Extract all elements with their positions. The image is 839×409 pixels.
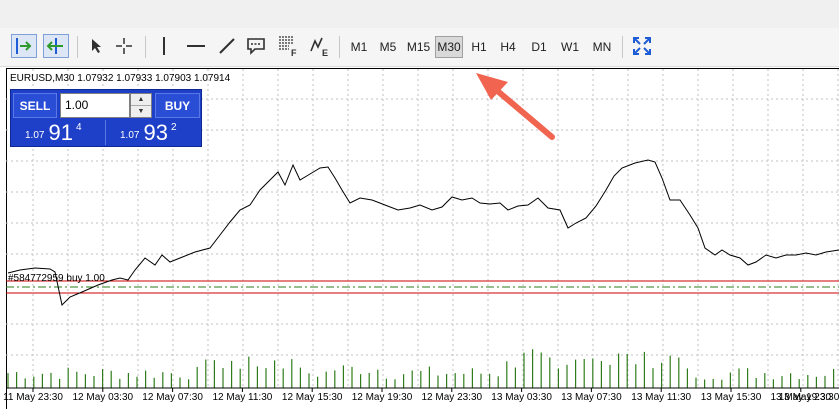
- sell-price-pips: 91: [48, 120, 73, 145]
- sell-price-fraction: 4: [75, 122, 82, 133]
- order-levels: [6, 280, 839, 294]
- stepper-up-icon[interactable]: ▲: [131, 94, 151, 106]
- annotation-arrow: [476, 73, 555, 140]
- time-label: 12 May 15:30: [281, 392, 343, 403]
- time-label: 12 May 03:30: [72, 392, 134, 403]
- time-label: 12 May 23:30: [421, 392, 483, 403]
- time-label: 12 May 07:30: [142, 392, 203, 403]
- lot-size-input[interactable]: 1.00: [60, 93, 130, 118]
- time-label: 13 May 23:30: [778, 392, 839, 403]
- order-line-label: #584772959 buy 1.00: [8, 273, 105, 284]
- buy-price-fraction: 2: [170, 122, 177, 133]
- sell-price-prefix: 1.07: [25, 130, 45, 141]
- time-label: 13 May 07:30: [561, 392, 622, 403]
- buy-price-prefix: 1.07: [120, 130, 140, 141]
- time-label: 12 May 19:30: [351, 392, 413, 403]
- sell-price[interactable]: 1.07 91 4: [13, 120, 106, 145]
- time-label: 13 May 03:30: [491, 392, 552, 403]
- buy-price-pips: 93: [143, 120, 168, 145]
- chart-plot: [6, 69, 839, 392]
- price-line: [7, 159, 839, 307]
- time-label: 13 May 15:30: [700, 392, 762, 403]
- symbol-info: EURUSD,M30 1.07932 1.07933 1.07903 1.079…: [10, 73, 231, 84]
- buy-price[interactable]: 1.07 93 2: [108, 120, 200, 145]
- stepper-down-icon[interactable]: ▼: [131, 106, 151, 117]
- one-click-trading-panel: SELL 1.00 ▲ ▼ BUY 1.07 91 4 1.07 93 2: [10, 89, 202, 147]
- time-label: 12 May 11:30: [212, 392, 273, 403]
- time-label: 13 May 11:30: [631, 392, 692, 403]
- buy-button[interactable]: BUY: [155, 93, 200, 118]
- lot-size-stepper[interactable]: ▲ ▼: [130, 93, 152, 118]
- time-label: 11 May 23:30: [3, 392, 63, 403]
- sell-button[interactable]: SELL: [13, 93, 57, 118]
